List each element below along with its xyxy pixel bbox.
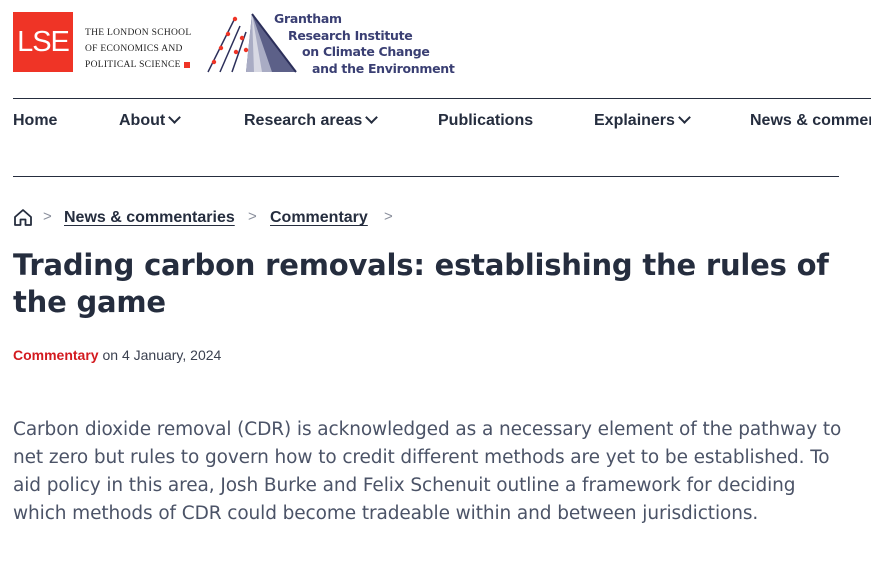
nav-bottom-divider: [13, 176, 839, 177]
red-square-icon: [183, 61, 190, 68]
lse-name[interactable]: THE LONDON SCHOOL OF ECONOMICS AND POLIT…: [85, 25, 191, 73]
chevron-down-icon: [365, 112, 379, 124]
nav-item-about[interactable]: About: [119, 112, 182, 130]
chevron-right-icon: >: [43, 208, 52, 225]
main-nav: Home About Research areas Publications E…: [13, 112, 871, 132]
grantham-name: Grantham Research Institute on Climate C…: [246, 11, 455, 77]
grantham-line-3: on Climate Change: [302, 44, 430, 59]
lse-name-line-2: OF ECONOMICS AND: [85, 44, 183, 54]
grantham-line-2: Research Institute: [288, 27, 413, 43]
lse-name-line-3: POLITICAL SCIENCE: [85, 60, 181, 70]
breadcrumb-news-commentaries[interactable]: News & commentaries: [64, 209, 235, 227]
grantham-line-4: and the Environment: [312, 60, 455, 76]
grantham-line-1: Grantham: [274, 11, 342, 26]
home-icon[interactable]: [13, 208, 33, 232]
nav-top-divider: [13, 98, 871, 99]
chevron-down-icon: [678, 112, 691, 124]
grantham-logo[interactable]: Grantham Research Institute on Climate C…: [206, 11, 456, 77]
chevron-right-icon: >: [248, 208, 257, 225]
nav-item-news-commentaries[interactable]: News & commer: [750, 112, 871, 130]
nav-item-home[interactable]: Home: [13, 112, 57, 130]
nav-item-research-areas[interactable]: Research areas: [244, 112, 379, 130]
article-meta: Commentary on 4 January, 2024: [13, 347, 221, 363]
article-date: on 4 January, 2024: [102, 347, 222, 363]
site-header: LSE THE LONDON SCHOOL OF ECONOMICS AND P…: [13, 11, 863, 77]
nav-item-explainers[interactable]: Explainers: [594, 112, 691, 130]
breadcrumb-commentary[interactable]: Commentary: [270, 209, 368, 227]
article-title: Trading carbon removals: establishing th…: [13, 248, 829, 319]
article-lead: Carbon dioxide removal (CDR) is acknowle…: [13, 419, 842, 524]
lse-logo[interactable]: LSE: [13, 12, 73, 72]
chevron-right-icon: >: [384, 208, 393, 225]
chevron-down-icon: [168, 112, 182, 124]
lse-name-line-1: THE LONDON SCHOOL: [85, 28, 192, 38]
article-category-link[interactable]: Commentary: [13, 347, 99, 363]
nav-item-publications[interactable]: Publications: [438, 112, 533, 130]
lse-mark: LSE: [17, 25, 70, 58]
